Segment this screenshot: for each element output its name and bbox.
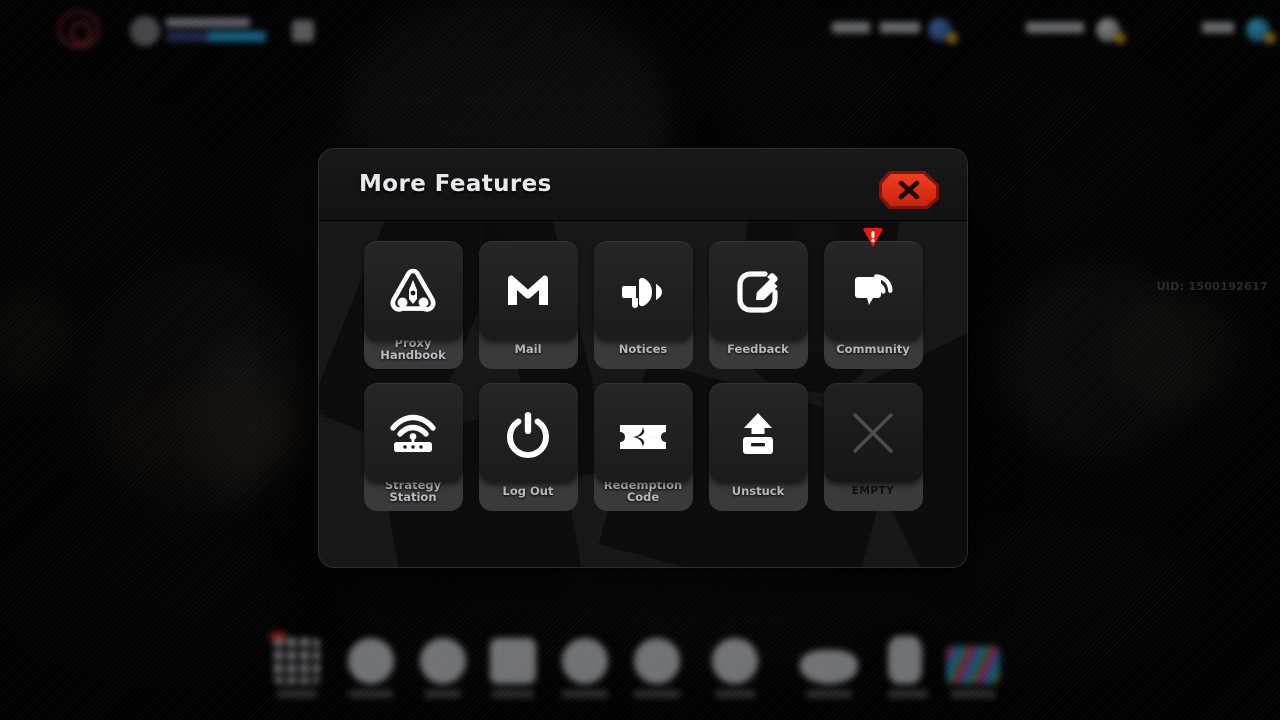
feature-tile-box (823, 241, 923, 340)
avatar (130, 16, 160, 46)
dock-item (270, 632, 320, 698)
feature-tile-redemption-code[interactable]: Redemption Code (593, 383, 693, 511)
alert-triangle-badge-icon (863, 228, 883, 247)
feature-label-line1: Mail (514, 342, 542, 356)
pencil-edit-square-icon (737, 270, 778, 313)
features-row: Proxy Handbook Mail Notices Feedback Com… (363, 228, 923, 369)
feature-label-line1: Log Out (502, 484, 554, 498)
currency-item (1202, 18, 1280, 44)
feature-label-line2: Handbook (380, 348, 446, 362)
dock-icon (800, 650, 858, 684)
dock-item (562, 638, 608, 698)
feature-label-line2: Station (389, 490, 437, 504)
feature-tile-community[interactable]: Community (823, 228, 923, 369)
hud-bottom-dock (0, 610, 1280, 720)
dock-item (634, 638, 680, 698)
power-icon (506, 411, 550, 458)
feature-tile-proxy-handbook[interactable]: Proxy Handbook (363, 241, 463, 369)
dock-item (888, 636, 928, 698)
dock-icon (946, 646, 1000, 684)
dock-icon (634, 638, 680, 684)
feature-tile-mail[interactable]: Mail (478, 241, 578, 369)
close-x-icon (898, 180, 920, 200)
mail-m-icon (508, 275, 548, 305)
dock-item (420, 638, 466, 698)
hud-extra-button (292, 20, 314, 42)
features-grid: Proxy Handbook Mail Notices Feedback Com… (319, 221, 967, 567)
dock-icon (420, 638, 466, 684)
feature-tile-box (593, 383, 693, 482)
more-features-panel: More Features Proxy Handbook Mail Notice… (318, 148, 968, 568)
features-row: Strategy Station Log Out Redemption Code… (363, 383, 923, 511)
player-level-bar (166, 31, 266, 42)
feature-tile-strategy-station[interactable]: Strategy Station (363, 383, 463, 511)
megaphone-icon (622, 277, 662, 308)
dock-icon (562, 638, 608, 684)
wifi-router-icon (390, 414, 436, 452)
dock-item (348, 638, 394, 698)
dock-icon (348, 638, 394, 684)
dock-item (490, 638, 536, 698)
feature-tile-box (478, 383, 578, 482)
eject-upload-icon (743, 412, 773, 454)
x-cross-icon (853, 412, 893, 453)
dock-icon (712, 638, 758, 684)
currency-item (1026, 18, 1156, 44)
feature-tile-box (478, 241, 578, 340)
feature-label-line1: Feedback (727, 342, 789, 356)
player-name-blurred (166, 18, 250, 27)
feature-tile-notices[interactable]: Notices (593, 241, 693, 369)
screen: UID: 1500192617 More Features Proxy Hand… (0, 0, 1280, 720)
feature-tile-box (363, 241, 463, 340)
feature-tile-box (823, 383, 923, 482)
menu-grid-icon (274, 638, 320, 684)
feature-label-line1: Notices (618, 342, 668, 356)
feature-label-line1: EMPTY (851, 485, 895, 497)
feature-tile-empty-slot: EMPTY (823, 383, 923, 511)
dock-item (946, 646, 1000, 698)
close-button[interactable] (879, 171, 939, 209)
feature-tile-box (708, 383, 808, 482)
ticket-sparkle-icon (620, 424, 666, 449)
dock-icon (490, 638, 536, 684)
feature-label-line1: Unstuck (731, 484, 785, 498)
feature-tile-unstuck[interactable]: Unstuck (708, 383, 808, 511)
feature-tile-box (593, 241, 693, 340)
dock-item (800, 650, 858, 698)
feature-tile-feedback[interactable]: Feedback (708, 241, 808, 369)
feature-tile-log-out[interactable]: Log Out (478, 383, 578, 511)
community-signal-icon (855, 273, 893, 305)
page-title: More Features (359, 171, 552, 197)
uid-label: UID: 1500192617 (1156, 280, 1268, 293)
feature-label-line2: Code (626, 490, 660, 504)
panel-body: Proxy Handbook Mail Notices Feedback Com… (319, 221, 967, 567)
hud-currencies (810, 0, 1280, 60)
feature-tile-box (708, 241, 808, 340)
currency-item (832, 18, 962, 44)
dock-item (712, 638, 758, 698)
pen-nib-triangle-icon (390, 268, 436, 312)
feature-tile-box (363, 383, 463, 482)
hud-top-left (0, 0, 520, 60)
feature-label-line1: Community (836, 342, 910, 356)
dock-icon (888, 636, 922, 684)
game-logo-icon (58, 10, 100, 48)
